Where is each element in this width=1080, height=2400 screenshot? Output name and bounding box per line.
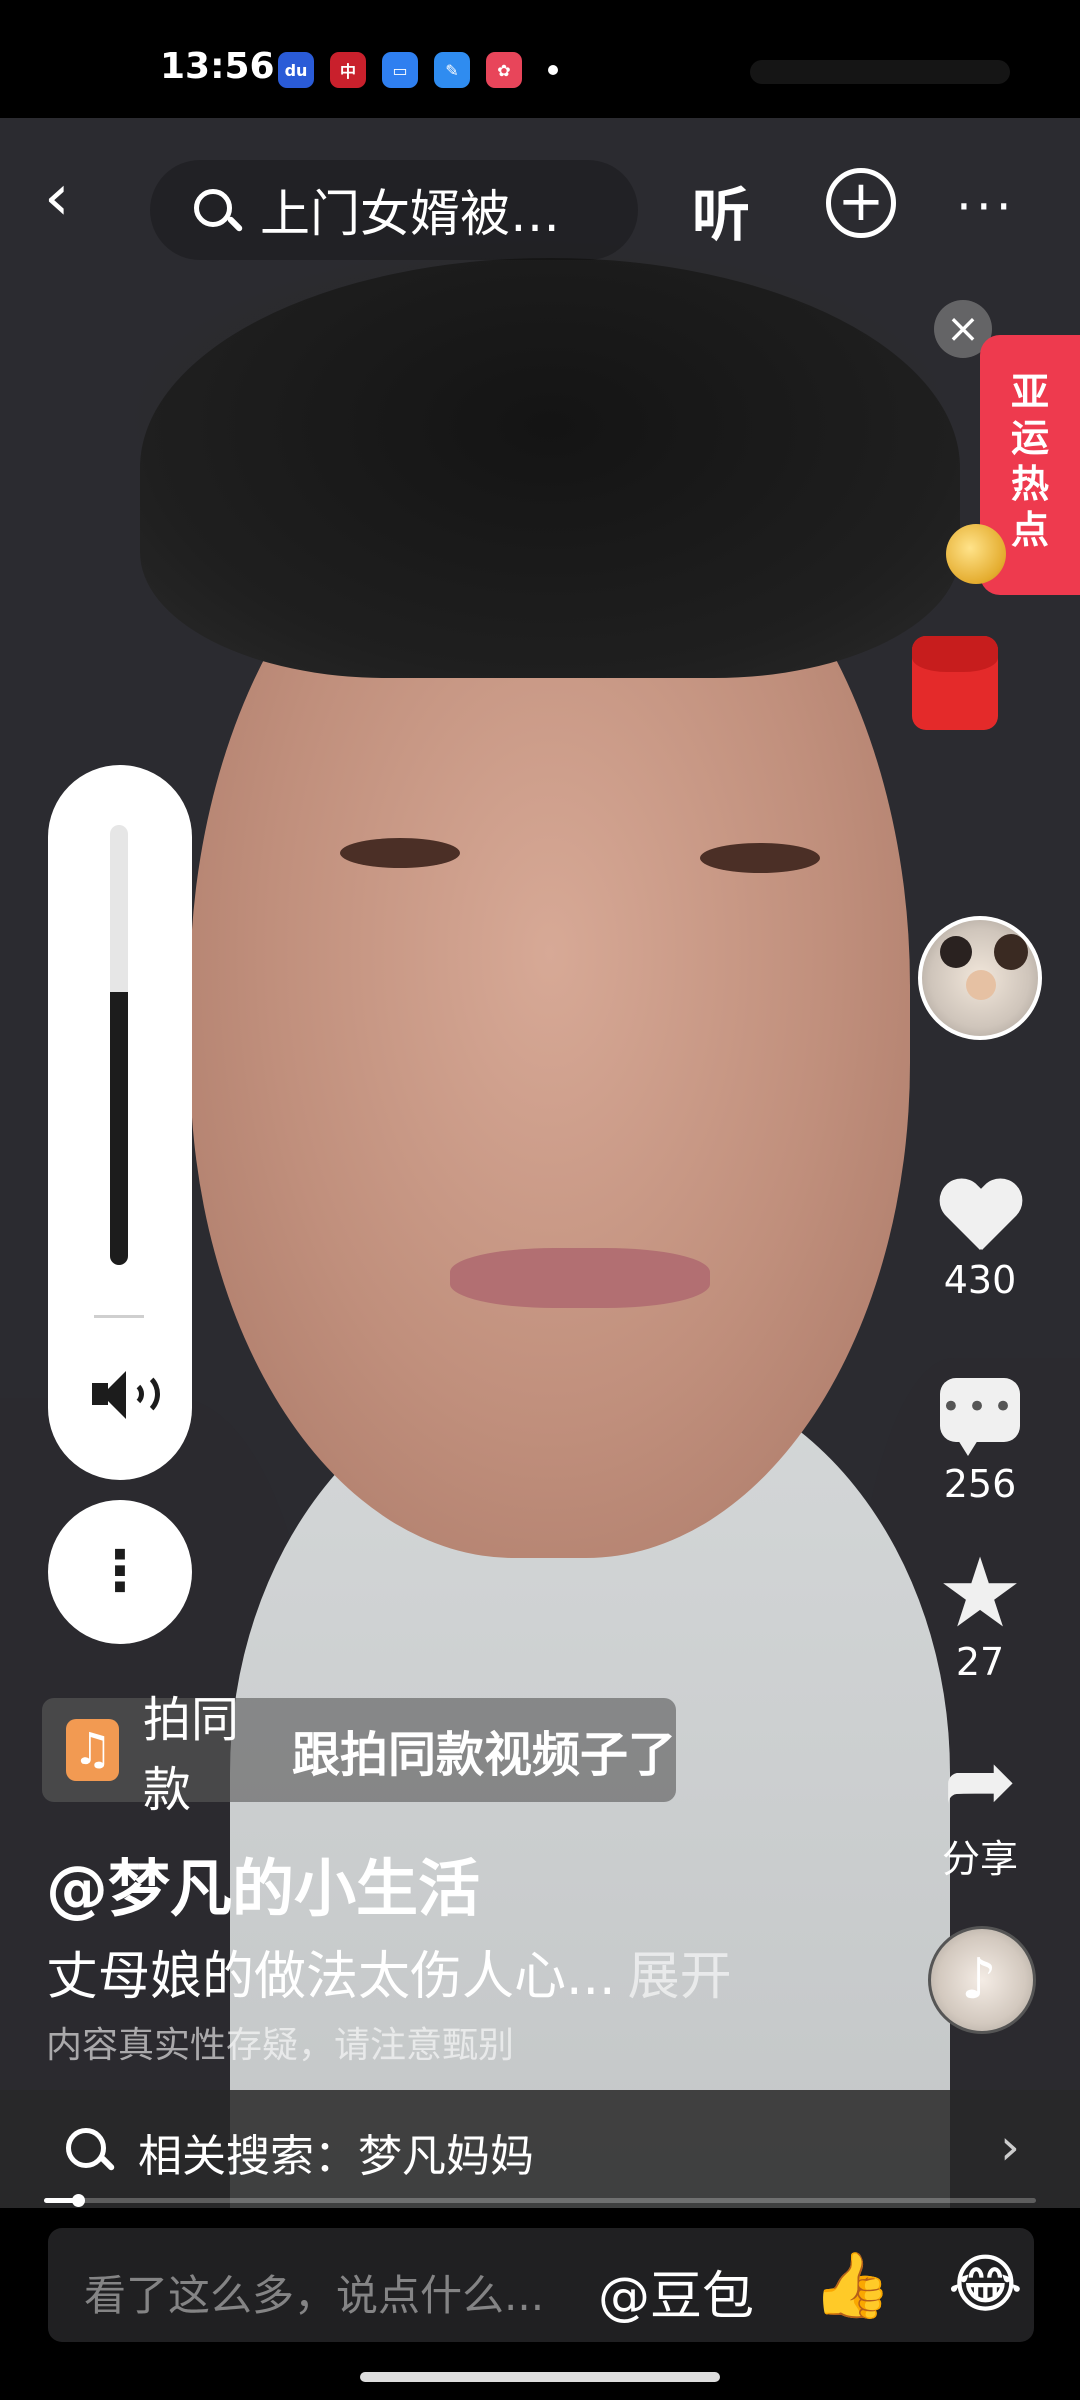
chevron-right-icon: › (1000, 2118, 1020, 2176)
video-hair (140, 258, 960, 678)
progress-knob[interactable] (71, 2194, 85, 2207)
search-icon (60, 2122, 116, 2176)
red-packet-icon[interactable] (912, 636, 998, 730)
share-button[interactable]: ➦ 分享 (920, 1736, 1040, 1883)
search-query: 上门女婿被… (260, 185, 560, 243)
favorite-button[interactable]: ★ 27 (920, 1537, 1040, 1684)
music-note-icon: ♫ (66, 1719, 119, 1781)
baidu-app-icon: du (278, 52, 314, 88)
volume-more-options-button[interactable]: ⋮ (48, 1500, 192, 1644)
search-icon (188, 183, 244, 237)
comment-icon: ••• (940, 1378, 1020, 1456)
same-style-chip[interactable]: ♫ 拍同款 跟拍同款视频子了 (42, 1692, 676, 1818)
music-disc[interactable]: ♪ (928, 1926, 1036, 2034)
related-search-bar[interactable]: 相关搜索：梦凡妈妈 › (0, 2090, 1080, 2208)
plus-icon[interactable]: + (826, 168, 896, 238)
status-app-icons: du 中 ▭ ✎ ✿ (278, 52, 558, 88)
more-icon[interactable]: ··· (956, 178, 1016, 236)
back-button[interactable]: ‹ (44, 160, 104, 236)
like-button[interactable]: 430 (920, 1180, 1040, 1302)
volume-slider[interactable] (110, 825, 128, 1265)
top-nav: ‹ 上门女婿被… 听 + ··· (0, 118, 1080, 278)
authenticity-notice: 内容真实性存疑，请注意甄别 (46, 2025, 515, 2066)
status-time: 13:56 (160, 46, 275, 87)
expand-link[interactable]: 展开 (628, 1947, 732, 2007)
bottom-area: 看了这么多，说点什么... @豆包 👍 😂 (0, 2208, 1080, 2400)
volume-level (110, 992, 128, 1265)
volume-divider (94, 1315, 144, 1318)
comment-placeholder: 看了这么多，说点什么... (84, 2271, 545, 2320)
asian-games-label: 亚运热点 (1010, 370, 1049, 552)
same-style-label: 拍同款 (142, 1692, 239, 1818)
author-avatar[interactable] (918, 916, 1042, 1040)
search-bar[interactable]: 上门女婿被… (150, 160, 638, 260)
video-mouth (450, 1248, 710, 1308)
status-system-icons (750, 60, 1010, 84)
video-eye-right (700, 843, 820, 873)
comment-input[interactable]: 看了这么多，说点什么... @豆包 👍 😂 (48, 2228, 1034, 2342)
share-label: 分享 (941, 1837, 1018, 1881)
game-app-icon: ✿ (486, 52, 522, 88)
like-count: 430 (943, 1258, 1017, 1302)
description-text: 丈母娘的做法太伤人心... (46, 1947, 616, 2007)
video-description[interactable]: 丈母娘的做法太伤人心... 展开 (46, 1934, 732, 2009)
video-eye-left (340, 838, 460, 868)
status-bar: 13:56 du 中 ▭ ✎ ✿ (0, 0, 1080, 118)
bank-app-icon: 中 (330, 52, 366, 88)
volume-panel (48, 765, 192, 1480)
star-icon: ★ (936, 1537, 1024, 1649)
doubao-mention-button[interactable]: @豆包 (598, 2254, 754, 2329)
heart-icon (938, 1180, 1022, 1256)
browser-app-icon: ✎ (434, 52, 470, 88)
share-icon: ➦ (943, 1729, 1017, 1832)
comment-count: 256 (943, 1462, 1017, 1506)
listen-button[interactable]: 听 (692, 168, 750, 252)
laughing-emoji-icon[interactable]: 😂 (948, 2248, 1023, 2322)
comment-button[interactable]: ••• 256 (920, 1378, 1040, 1506)
folder-app-icon: ▭ (382, 52, 418, 88)
related-search-text: 相关搜索：梦凡妈妈 (138, 2131, 534, 2182)
same-style-song: 跟拍同款视频子了 (291, 1727, 676, 1783)
music-note-icon: ♪ (961, 1947, 997, 2012)
speaker-icon[interactable] (92, 1365, 160, 1425)
notification-dot (548, 65, 558, 75)
video-progress-bar[interactable] (44, 2194, 1036, 2207)
thumbs-up-emoji-icon[interactable]: 👍 (812, 2248, 892, 2323)
author-name[interactable]: @梦凡的小生活 (46, 1838, 480, 1928)
home-indicator[interactable] (360, 2372, 720, 2382)
medal-icon[interactable] (946, 524, 1006, 584)
